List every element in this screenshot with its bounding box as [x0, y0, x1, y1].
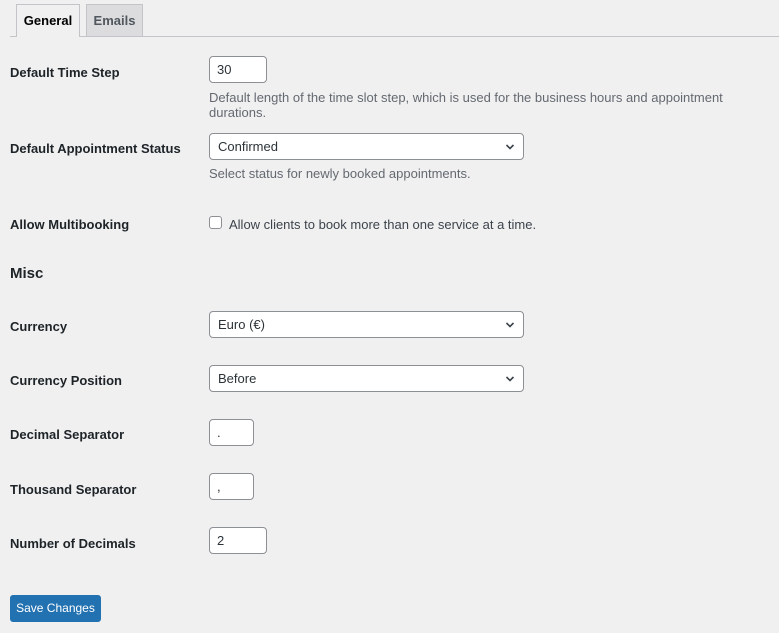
save-changes-button[interactable]: Save Changes — [10, 595, 101, 622]
number-of-decimals-input[interactable]: 2 — [209, 527, 267, 554]
time-step-input[interactable]: 30 — [209, 56, 267, 83]
tab-general[interactable]: General — [16, 4, 80, 37]
appointment-status-label: Default Appointment Status — [10, 141, 181, 156]
chevron-down-icon — [505, 376, 515, 382]
appointment-status-description: Select status for newly booked appointme… — [209, 166, 471, 181]
currency-position-label: Currency Position — [10, 373, 122, 388]
appointment-status-value: Confirmed — [218, 139, 278, 154]
multibooking-label: Allow Multibooking — [10, 217, 130, 232]
number-of-decimals-label: Number of Decimals — [10, 536, 136, 551]
thousand-separator-label: Thousand Separator — [10, 482, 137, 497]
currency-select[interactable]: Euro (€) — [209, 311, 524, 338]
time-step-label: Default Time Step — [10, 65, 120, 80]
time-step-description: Default length of the time slot step, wh… — [209, 90, 723, 120]
multibooking-checkbox-label[interactable]: Allow clients to book more than one serv… — [229, 217, 536, 232]
chevron-down-icon — [505, 322, 515, 328]
thousand-separator-input[interactable]: , — [209, 473, 254, 500]
currency-value: Euro (€) — [218, 317, 265, 332]
currency-position-value: Before — [218, 371, 257, 386]
tab-emails[interactable]: Emails — [86, 4, 143, 36]
multibooking-checkbox[interactable] — [209, 216, 222, 229]
currency-label: Currency — [10, 319, 68, 334]
chevron-down-icon — [505, 144, 515, 150]
currency-position-select[interactable]: Before — [209, 365, 524, 392]
decimal-separator-label: Decimal Separator — [10, 427, 125, 442]
appointment-status-select[interactable]: Confirmed — [209, 133, 524, 160]
misc-section-title: Misc — [10, 265, 44, 282]
settings-tabs: General Emails — [10, 4, 779, 37]
decimal-separator-input[interactable]: . — [209, 419, 254, 446]
